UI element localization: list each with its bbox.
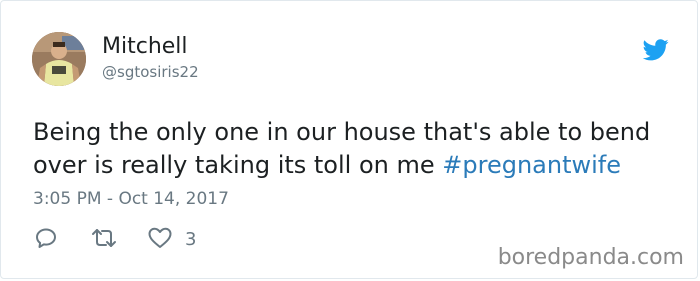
- tweet-text-line-1: Being the only one in our house that's a…: [33, 118, 651, 146]
- hashtag-link[interactable]: #pregnantwife: [442, 151, 621, 179]
- avatar-photo: [32, 32, 86, 86]
- like-count[interactable]: 3: [185, 228, 196, 252]
- retweet-icon[interactable]: [90, 226, 118, 250]
- avatar[interactable]: [32, 32, 86, 86]
- tweet-card: Mitchell @sgtosiris22 Being the only one…: [0, 0, 698, 279]
- watermark: boredpanda.com: [497, 245, 684, 270]
- tweet-text-line-2: over is really taking its toll on me #pr…: [33, 149, 673, 182]
- heart-icon[interactable]: [147, 226, 173, 250]
- tweet-text: Being the only one in our house that's a…: [33, 116, 673, 182]
- tweet-text-line-2-prefix: over is really taking its toll on me: [33, 151, 443, 179]
- reply-icon[interactable]: [34, 226, 58, 250]
- twitter-bird-icon[interactable]: [643, 39, 669, 61]
- tweet-timestamp[interactable]: 3:05 PM - Oct 14, 2017: [33, 187, 229, 211]
- author-display-name[interactable]: Mitchell: [102, 34, 188, 60]
- author-handle[interactable]: @sgtosiris22: [102, 62, 199, 82]
